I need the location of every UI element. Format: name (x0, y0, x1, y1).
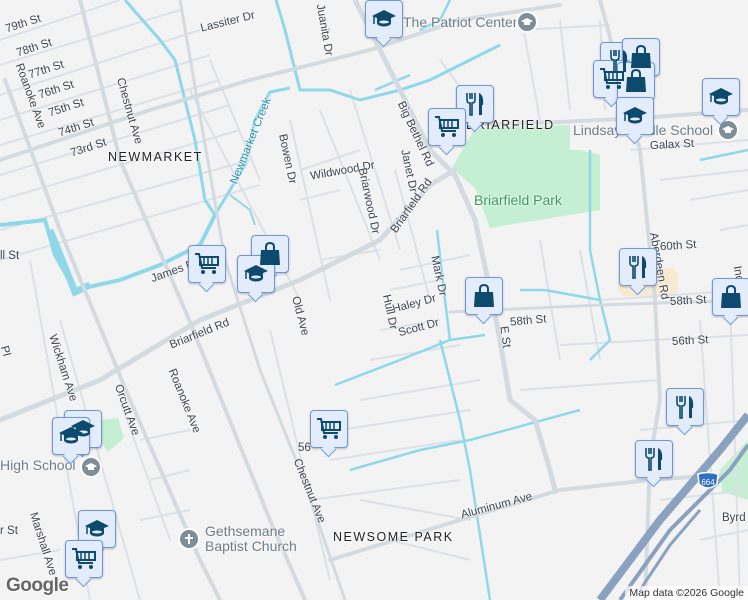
park-label: Briarfield Park (474, 192, 562, 208)
map-attribution[interactable]: Map data ©2026 Google (625, 586, 748, 600)
street-label: r St (0, 525, 18, 537)
street-label: 60th St (659, 238, 697, 254)
street-label: Byrd St (722, 512, 748, 524)
grocery-marker[interactable] (188, 245, 226, 283)
school-poi-icon[interactable] (516, 11, 538, 33)
restaurant-marker[interactable] (619, 248, 657, 286)
church-poi-icon[interactable] (178, 528, 200, 550)
street-label: Galax St (649, 137, 695, 153)
poi-label-patriot-center[interactable]: The Patriot Center (403, 14, 517, 30)
neighborhood-label: NEWMARKET (108, 150, 203, 164)
grocery-marker[interactable] (65, 540, 103, 578)
restaurant-marker[interactable] (456, 85, 494, 123)
poi-label-high-school[interactable]: High School (0, 457, 76, 473)
neighborhood-label: NEWSOME PARK (333, 530, 454, 544)
restaurant-marker[interactable] (635, 440, 673, 478)
shopping-marker[interactable] (712, 278, 748, 316)
shopping-marker[interactable] (465, 277, 503, 315)
school-marker[interactable] (237, 255, 275, 293)
school-poi-icon[interactable] (80, 456, 102, 478)
school-marker[interactable] (78, 510, 116, 548)
google-logo: Google (6, 575, 69, 596)
grocery-marker[interactable] (310, 410, 348, 448)
svg-text:664: 664 (701, 478, 715, 487)
interstate-664 (596, 412, 748, 600)
church-name: Gethsemane Baptist Church (205, 523, 297, 554)
school-marker[interactable] (365, 0, 403, 38)
shopping-marker[interactable] (617, 62, 655, 100)
street-label: ll St (0, 250, 20, 262)
interstate-shield-icon: 664 (697, 471, 719, 492)
school-marker[interactable] (52, 417, 90, 455)
restaurant-marker[interactable] (666, 388, 704, 426)
street-label: 56th St (671, 334, 709, 348)
poi-label-gethsemane-church[interactable]: Gethsemane Baptist Church (205, 524, 305, 554)
street-label: 56 (298, 442, 311, 454)
street-label: 58th St (669, 294, 707, 308)
school-marker[interactable] (702, 78, 740, 116)
school-marker[interactable] (616, 97, 654, 135)
grocery-marker[interactable] (428, 108, 466, 146)
